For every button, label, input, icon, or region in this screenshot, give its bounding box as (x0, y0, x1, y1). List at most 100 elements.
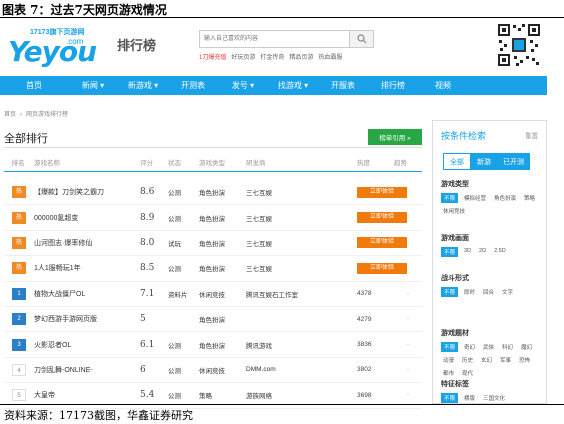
filter-tab-all[interactable]: 全部 (443, 153, 471, 170)
play-now-button[interactable]: 立即体验 (357, 237, 407, 249)
game-type-value: 角色扮演 (199, 342, 225, 350)
heat-value: 3836 (357, 341, 372, 349)
table-row[interactable]: 4 刀剑乱舞-ONLINE- 6 公测 休闲竞技 DMM.com 3802 - (4, 358, 422, 384)
filter-option[interactable]: 模拟经营 (462, 193, 488, 203)
table-row[interactable]: 热 1人1服畅玩1年 8.5 公测 角色扮演 三七互娱 立即体验 (4, 256, 422, 282)
game-name-link[interactable]: 大皇帝 (32, 390, 140, 400)
filter-option[interactable]: 即时 (462, 287, 477, 297)
game-name-link[interactable]: 植物大战僵尸OL (32, 289, 140, 299)
filter-option[interactable]: 不限 (441, 342, 459, 352)
filter-option[interactable]: 不限 (441, 247, 459, 257)
filter-option[interactable]: 2D (477, 247, 488, 257)
filter-option[interactable]: 科幻 (500, 342, 515, 352)
filter-option[interactable]: 文字 (500, 287, 515, 297)
filter-option[interactable]: 现代 (460, 368, 475, 378)
game-type-value: 角色扮演 (199, 215, 225, 223)
table-row[interactable]: 1 植物大战僵尸OL 7.1 资料片 休闲竞技 腾讯互娱石工作室 4378 - (4, 282, 422, 307)
table-row[interactable]: 热【爆款】刀剑笑之霸刀 8.6 公测 角色扮演 三七互娱 立即体验 (4, 180, 422, 206)
filter-tab-tested[interactable]: 已开测 (497, 153, 530, 170)
filter-option[interactable]: 军事 (498, 355, 513, 365)
table-row[interactable]: 3 火影忍者OL 6.1 公测 角色扮演 腾讯游戏 3836 - (4, 332, 422, 358)
heat-cell: 3836 (357, 341, 394, 348)
filter-option[interactable]: 不限 (441, 393, 459, 403)
filter-option[interactable]: 不限 (441, 193, 459, 203)
filter-option[interactable]: 不限 (441, 287, 459, 297)
search-input[interactable] (200, 31, 350, 47)
filter-option[interactable]: 休闲竞技 (441, 206, 467, 216)
table-header: 排名 游戏名称 评分 状态 游戏类型 研发商 热度 趋势 (4, 155, 422, 169)
table-row[interactable]: 热 000000氪超变 8.9 公测 角色扮演 三七互娱 立即体验 (4, 205, 422, 231)
game-name-link[interactable]: 000000氪超变 (32, 213, 140, 223)
filter-option[interactable]: 三国文化 (481, 393, 507, 403)
game-name-link[interactable]: 梦幻西游手游网页版 (32, 314, 140, 324)
hot-link[interactable]: 精品页游 (289, 52, 313, 61)
filter-option[interactable]: 魔幻 (519, 342, 534, 352)
developer-value: 游族网络 (246, 393, 272, 401)
developer-value: 腾讯游戏 (246, 342, 272, 350)
nav-item-home[interactable]: 首页 (0, 80, 68, 91)
rank-badge: 4 (12, 363, 26, 376)
rank-cell: 热 (4, 211, 32, 224)
trend-value: - (407, 316, 409, 323)
game-name-link[interactable]: 【爆款】刀剑笑之霸刀 (32, 187, 140, 197)
filter-option[interactable]: 策略 (522, 193, 537, 203)
filter-reset-link[interactable]: 重置 (525, 130, 538, 140)
filter-option[interactable]: 恐怖 (517, 355, 532, 365)
developer-value: DMM.com (246, 366, 276, 374)
filter-option[interactable]: 横版 (462, 393, 477, 403)
search-bar (199, 30, 374, 48)
filter-option[interactable]: 角色扮演 (492, 193, 518, 203)
filter-option[interactable]: 3D (462, 247, 473, 257)
nav-item-video[interactable]: 视频 (418, 80, 468, 91)
filter-option[interactable]: 动漫 (441, 355, 456, 365)
hot-link[interactable]: 打金传奇 (260, 52, 284, 61)
game-type-value: 休闲竞技 (199, 291, 225, 299)
site-logo[interactable]: 17173旗下页游网 Yeyou .com (8, 25, 108, 69)
search-button[interactable] (349, 31, 373, 47)
cite-list-button[interactable]: 榜单引用 » (368, 129, 422, 145)
nav-item-find-games[interactable]: 找游戏 ▾ (268, 80, 318, 91)
filter-tab-new[interactable]: 新游 (471, 153, 497, 170)
filter-group: 战斗形式 不限 即时 回合 文字 (441, 273, 541, 297)
filter-option[interactable]: 奇幻 (462, 342, 477, 352)
game-name-link[interactable]: 刀剑乱舞-ONLINE- (32, 365, 140, 375)
game-type-value: 角色扮演 (199, 317, 225, 325)
hot-link[interactable]: 热血霸服 (318, 52, 342, 61)
score-value: 6 (140, 364, 146, 375)
table-row[interactable]: 热山河图志·爆率修仙 8.0 试玩 角色扮演 三七互娱 立即体验 (4, 231, 422, 257)
nav-item-server-list[interactable]: 开服表 (318, 80, 368, 91)
hot-link[interactable]: 好玩页游 (231, 52, 255, 61)
nav-item-codes[interactable]: 发号 ▾ (218, 80, 268, 91)
filter-option[interactable]: 2.5D (492, 247, 508, 257)
score-value: 7.1 (140, 288, 155, 299)
nav-item-test-schedule[interactable]: 开测表 (168, 80, 218, 91)
nav-item-rankings[interactable]: 排行榜 (368, 80, 418, 91)
score-value: 6.1 (140, 339, 155, 350)
filter-option[interactable]: 武侠 (481, 342, 496, 352)
filter-option[interactable]: 玄幻 (479, 355, 494, 365)
rank-badge: 热 (12, 236, 26, 249)
table-row[interactable]: 2 梦幻西游手游网页版 5 角色扮演 4279 - (4, 307, 422, 333)
filter-group: 特征标签 不限 横版 三国文化 (441, 379, 541, 403)
rank-badge: 热 (12, 211, 26, 224)
game-name-link[interactable]: 山河图志·爆率修仙 (32, 238, 140, 248)
rank-cell: 热 (4, 186, 32, 199)
breadcrumb-home[interactable]: 首页 (4, 112, 16, 118)
play-now-button[interactable]: 立即体验 (357, 212, 407, 224)
game-name-link[interactable]: 火影忍者OL (32, 340, 140, 350)
filter-option[interactable]: 都市 (441, 368, 456, 378)
developer-value: 三七互娱 (246, 240, 272, 248)
rank-badge: 5 (12, 389, 26, 402)
score-value: 8.9 (140, 212, 155, 223)
hot-link[interactable]: 1刀爆充值 (199, 52, 226, 61)
filter-option[interactable]: 历史 (460, 355, 475, 365)
game-name-link[interactable]: 1人1服畅玩1年 (32, 263, 140, 273)
filter-option[interactable]: 回合 (481, 287, 496, 297)
page-heading: 排行榜 (117, 38, 157, 53)
section-title: 全部排行 (4, 133, 48, 145)
nav-item-news[interactable]: 新闻 ▾ (68, 80, 118, 91)
nav-item-new-games[interactable]: 新游戏 ▾ (118, 80, 168, 91)
play-now-button[interactable]: 立即体验 (357, 186, 407, 198)
play-now-button[interactable]: 立即体验 (357, 262, 407, 274)
main-nav: 首页 新闻 ▾ 新游戏 ▾ 开测表 发号 ▾ 找游戏 ▾ 开服表 排行榜 视频 (0, 76, 547, 95)
